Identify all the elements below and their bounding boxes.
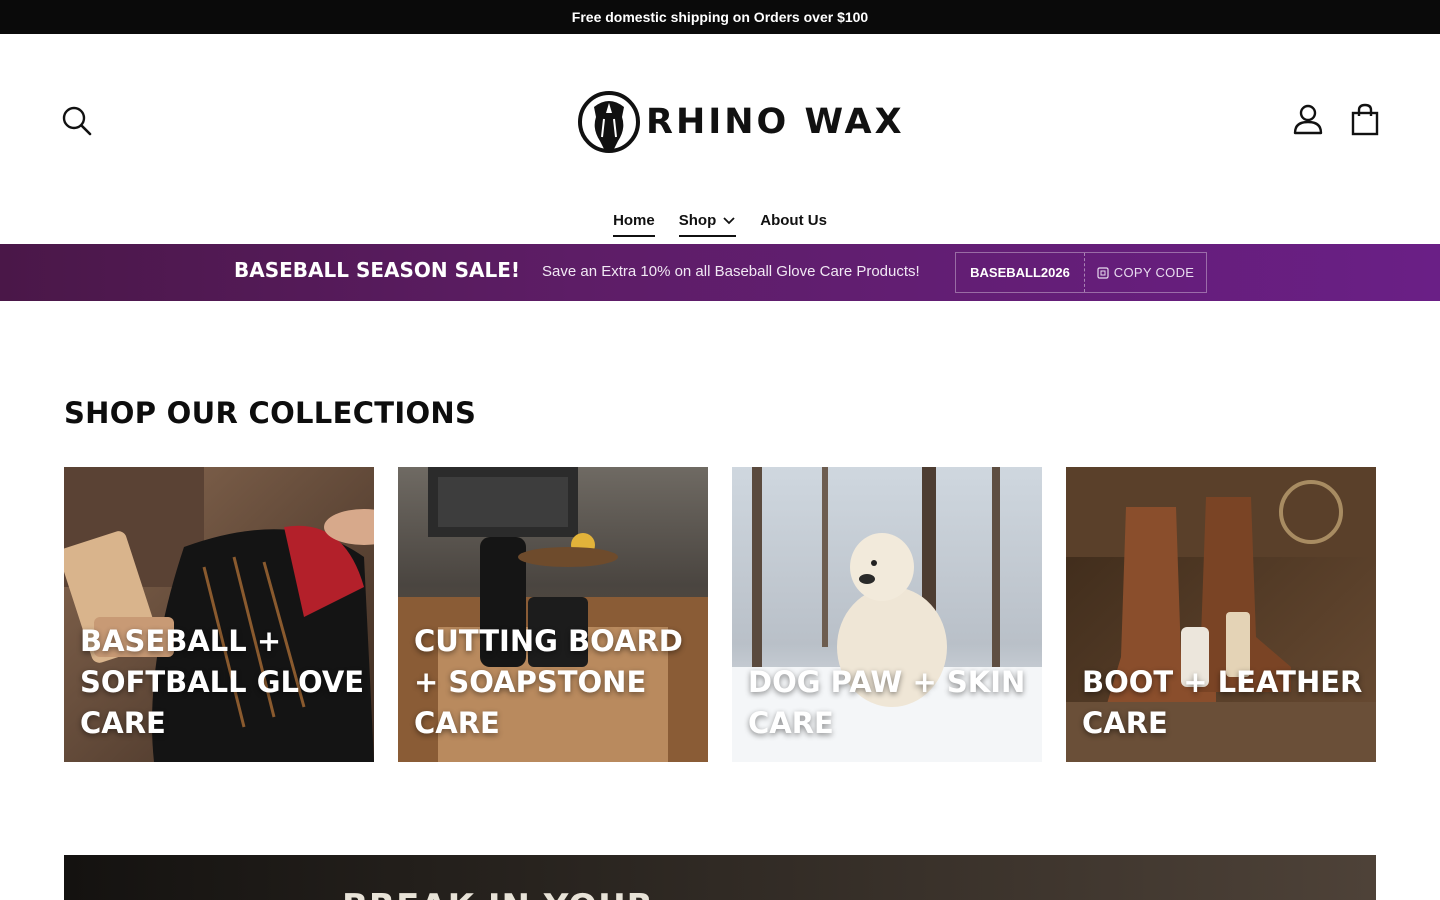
copy-code-label: COPY CODE	[1113, 265, 1195, 280]
collection-card-baseball[interactable]: Baseball + Softball Glove Care	[64, 467, 374, 762]
shopping-bag-icon[interactable]	[1349, 102, 1381, 136]
announcement-text: Free domestic shipping on Orders over $1…	[571, 9, 869, 25]
rhino-logo-icon	[578, 91, 640, 153]
card-label: Cutting Board + Soapstone Care	[414, 624, 683, 740]
collection-card-cutting-board[interactable]: Cutting Board + Soapstone Care	[398, 467, 708, 762]
card-label: Dog Paw + Skin Care	[748, 665, 1026, 740]
card-label: Baseball + Softball Glove Care	[80, 624, 365, 740]
collections-title: SHOP OUR COLLECTIONS	[64, 396, 477, 430]
promo-banner: BASEBALL SEASON SALE! Save an Extra 10% …	[0, 244, 1440, 301]
nav-about-us[interactable]: About Us	[760, 212, 827, 235]
hero-heading: BREAK IN YOUR	[342, 887, 654, 900]
nav-home[interactable]: Home	[613, 212, 655, 237]
discount-code[interactable]: BASEBALL2026	[956, 253, 1085, 292]
collection-card-dog-paw[interactable]: Dog Paw + Skin Care	[732, 467, 1042, 762]
card-label: Boot + Leather Care	[1082, 665, 1363, 740]
copy-icon	[1097, 266, 1109, 279]
nav-home-label: Home	[613, 212, 655, 229]
nav-shop[interactable]: Shop	[678, 212, 737, 237]
hero-banner: BREAK IN YOUR	[64, 855, 1376, 900]
logo-text: RHINO WAX	[646, 102, 905, 142]
promo-subtitle: Save an Extra 10% on all Baseball Glove …	[542, 263, 920, 280]
site-header: RHINO WAX Home Shop About Us	[0, 34, 1440, 244]
collection-card-boot-leather[interactable]: Boot + Leather Care	[1066, 467, 1376, 762]
logo[interactable]: RHINO WAX	[578, 89, 905, 155]
user-icon[interactable]	[1291, 102, 1325, 136]
nav-shop-label: Shop	[678, 212, 717, 229]
copy-code-button[interactable]: COPY CODE	[1085, 253, 1206, 292]
chevron-down-icon	[723, 216, 735, 224]
discount-code-box: BASEBALL2026 COPY CODE	[955, 252, 1207, 293]
promo-title: BASEBALL SEASON SALE!	[234, 258, 521, 282]
nav-about-label: About Us	[760, 212, 827, 229]
announcement-bar: Free domestic shipping on Orders over $1…	[0, 0, 1440, 34]
search-icon[interactable]	[60, 104, 94, 138]
main-nav: Home Shop About Us	[0, 212, 1440, 244]
